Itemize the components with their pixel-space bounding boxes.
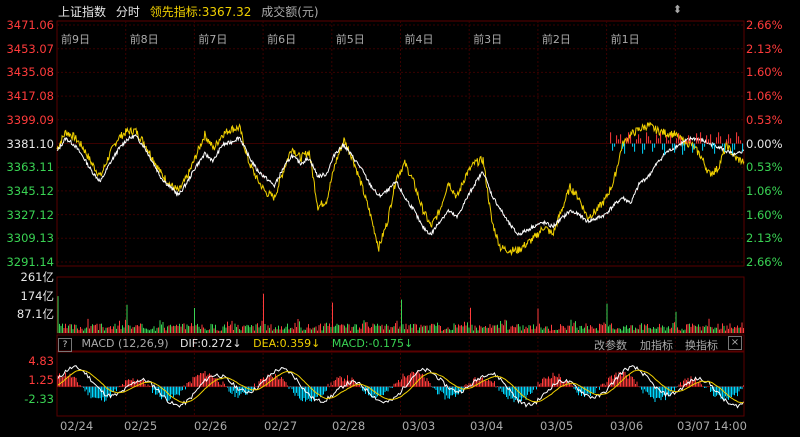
macd-tick: 4.83 [28,353,54,368]
date-label: 03/07 14:00 [677,419,747,433]
macd-dea: DEA:0.359↓ [253,337,321,350]
date-label: 02/24 [60,419,94,433]
date-label: 02/25 [124,419,158,433]
edit-params-button[interactable]: 改参数 [594,337,627,353]
date-label: 03/06 [610,419,644,433]
macd-tick: -2.33 [24,392,54,407]
date-label: 02/28 [332,419,366,433]
date-label: 02/26 [194,419,228,433]
switch-indicator-button[interactable]: 换指标 [685,337,718,353]
date-label: 03/03 [402,419,436,433]
macd-name[interactable]: MACD (12,26,9) [82,337,169,350]
macd-dif: DIF:0.272↓ [180,337,242,350]
close-icon[interactable]: × [728,336,742,350]
macd-tick: 1.25 [28,373,54,387]
date-label: 02/27 [264,419,298,433]
date-label: 03/05 [540,419,574,433]
intraday-chart[interactable] [0,0,800,437]
macd-header: ? MACD (12,26,9) DIF:0.272↓ DEA:0.359↓ M… [58,337,421,352]
help-button[interactable]: ? [58,338,72,352]
date-label: 03/04 [470,419,504,433]
add-indicator-button[interactable]: 加指标 [640,337,673,353]
macd-value: MACD:-0.175↓ [331,337,414,350]
